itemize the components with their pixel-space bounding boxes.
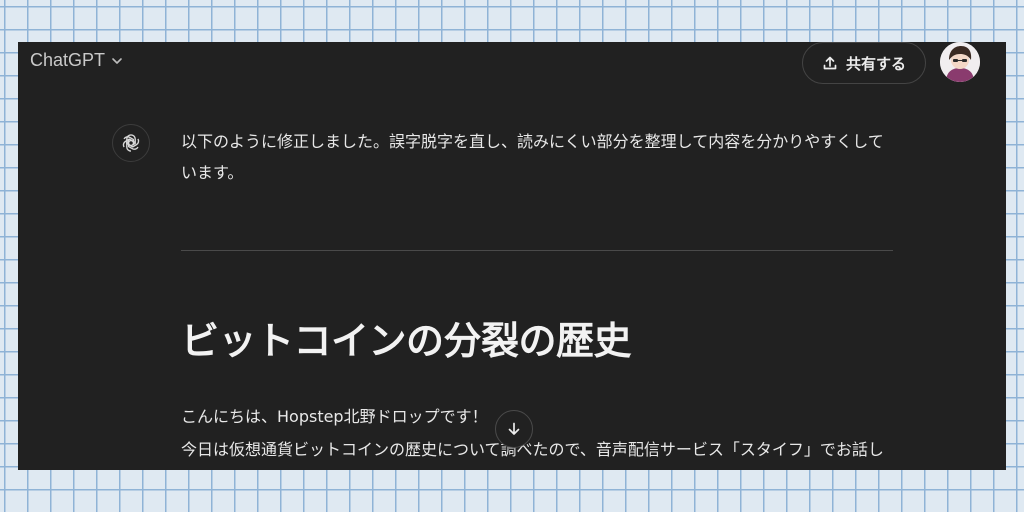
assistant-intro-text: 以下のように修正しました。誤字脱字を直し、読みにくい部分を整理して内容を分かりや… [181, 132, 884, 182]
arrow-down-icon [508, 422, 520, 435]
article-paragraph: こんにちは、Hopstep北野ドロップです！ 今日は仮想通貨ビットコインの歴史に… [181, 400, 901, 466]
paragraph-line: 今日は仮想通貨ビットコインの歴史について調べたので、音声配信サービス「スタイフ」… [181, 440, 884, 459]
openai-logo-icon [122, 134, 140, 152]
model-selector[interactable]: ChatGPT [30, 50, 123, 71]
scroll-to-bottom-button[interactable] [495, 410, 533, 448]
assistant-avatar [112, 124, 150, 162]
share-button[interactable]: 共有する [802, 42, 926, 84]
model-name: ChatGPT [30, 50, 106, 70]
share-label: 共有する [845, 54, 906, 73]
user-avatar[interactable] [940, 42, 980, 82]
divider [181, 250, 893, 251]
upload-icon [823, 56, 837, 70]
paragraph-line: こんにちは、Hopstep北野ドロップです！ [181, 407, 488, 426]
chevron-down-icon [112, 57, 122, 64]
chat-window: ChatGPT 共有する 以下のように修正しました。誤字脱字を直し、読みにくい部… [18, 42, 1006, 470]
article-heading: ビットコインの分裂の歴史 [181, 319, 632, 363]
avatar-illustration [940, 42, 980, 82]
top-bar: ChatGPT 共有する [18, 42, 1006, 84]
